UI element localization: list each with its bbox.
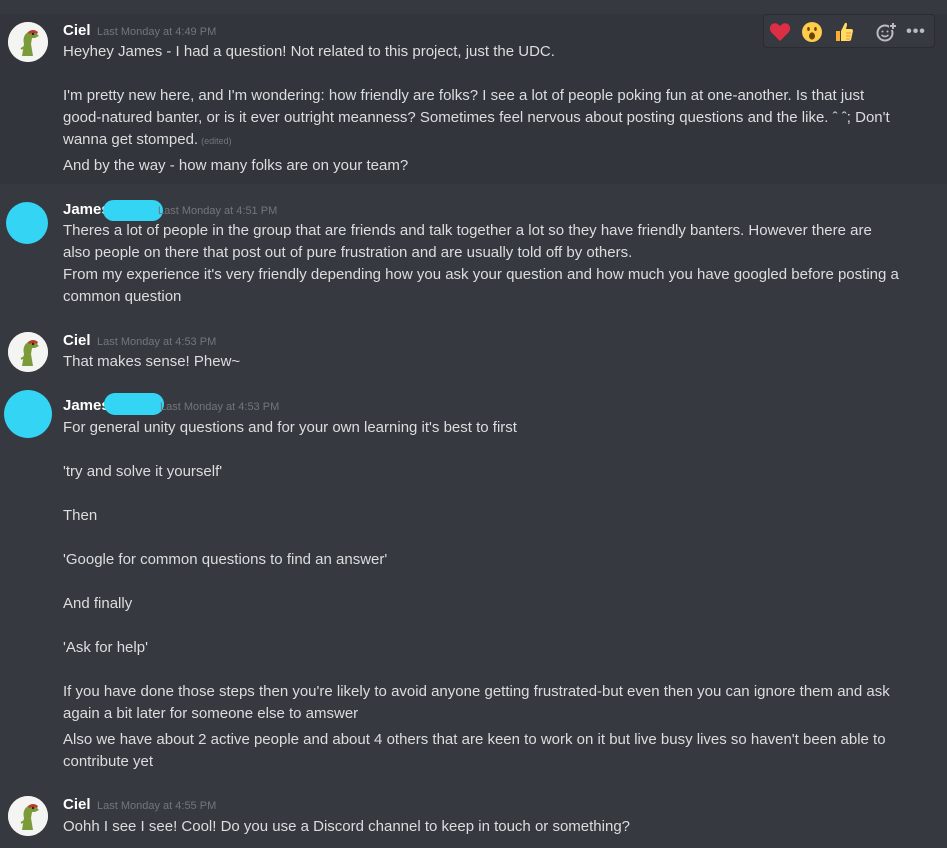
message-text: For general unity questions and for your… <box>63 419 517 436</box>
heart-reaction-button[interactable] <box>767 19 793 45</box>
open-mouth-reaction-button[interactable] <box>799 19 825 45</box>
avatar[interactable] <box>8 332 48 372</box>
message-text: From my experience it's very friendly de… <box>63 266 899 283</box>
author-name[interactable]: Ciel <box>63 21 91 41</box>
message-text: 'try and solve it yourself' <box>63 463 223 480</box>
add-reaction-button[interactable] <box>873 19 899 45</box>
message-timestamp[interactable]: Last Monday at 4:53 PM <box>97 332 216 352</box>
avatar[interactable] <box>4 390 52 438</box>
message-text: Then <box>63 507 98 524</box>
message-text: 'Google for common questions to find an … <box>63 551 388 568</box>
message-text: common question <box>63 288 182 305</box>
message-group[interactable]: Ciel Last Monday at 4:53 PM That makes s… <box>0 328 947 376</box>
heart-icon <box>769 23 791 41</box>
edited-label: (edited) <box>201 136 232 146</box>
message-text: Oohh I see I see! Cool! Do you use a Dis… <box>63 818 630 835</box>
author-name[interactable]: Ciel <box>63 795 91 815</box>
message-text: contribute yet <box>63 753 154 770</box>
message-group[interactable]: Ciel Last Monday at 4:49 PM Heyhey James… <box>0 14 947 184</box>
message-text: good-natured banter, or is it ever outri… <box>63 109 890 126</box>
message-group[interactable]: James Last Monday at 4:51 PM Theres a lo… <box>0 196 947 314</box>
message-text: I'm pretty new here, and I'm wondering: … <box>63 87 865 104</box>
thumbs-up-reaction-button[interactable] <box>831 19 857 45</box>
redaction-mark <box>103 200 163 221</box>
message-toolbar: ••• <box>763 14 935 48</box>
add-reaction-icon <box>876 22 897 42</box>
open-mouth-face-icon <box>802 22 822 42</box>
thumbs-up-icon <box>836 22 853 41</box>
message-text-end: wanna get stomped. <box>63 131 199 148</box>
message-text: 'Ask for help' <box>63 639 148 656</box>
more-options-button[interactable]: ••• <box>903 19 929 45</box>
avatar[interactable] <box>8 22 48 62</box>
message-text: again a bit later for someone else to am… <box>63 705 359 722</box>
message-timestamp[interactable]: Last Monday at 4:49 PM <box>97 22 216 42</box>
message-group[interactable]: Ciel Last Monday at 4:55 PM Oohh I see I… <box>0 792 947 848</box>
message-text: If you have done those steps then you're… <box>63 683 890 700</box>
author-name[interactable]: James <box>63 396 110 416</box>
avatar[interactable] <box>6 202 48 244</box>
message-list: Ciel Last Monday at 4:49 PM Heyhey James… <box>0 0 947 848</box>
author-name[interactable]: Ciel <box>63 331 91 351</box>
message-text: And finally <box>63 595 133 612</box>
message-text: Heyhey James - I had a question! Not rel… <box>63 43 555 60</box>
dinosaur-avatar-icon <box>8 22 48 62</box>
message-text: Also we have about 2 active people and a… <box>63 731 886 748</box>
redaction-mark <box>104 393 164 415</box>
dinosaur-avatar-icon <box>8 796 48 836</box>
message-text: Theres a lot of people in the group that… <box>63 222 872 239</box>
message-text: And by the way - how many folks are on y… <box>63 157 409 174</box>
message-text: wanna get stomped. (edited) <box>63 129 232 152</box>
message-timestamp[interactable]: Last Monday at 4:51 PM <box>158 201 277 221</box>
avatar[interactable] <box>8 796 48 836</box>
message-timestamp[interactable]: Last Monday at 4:55 PM <box>97 796 216 816</box>
dinosaur-avatar-icon <box>8 332 48 372</box>
message-timestamp[interactable]: Last Monday at 4:53 PM <box>160 397 279 417</box>
message-text: That makes sense! Phew~ <box>63 353 241 370</box>
message-text: also people on there that post out of pu… <box>63 244 633 261</box>
message-group[interactable]: James Last Monday at 4:53 PM For general… <box>0 390 947 780</box>
